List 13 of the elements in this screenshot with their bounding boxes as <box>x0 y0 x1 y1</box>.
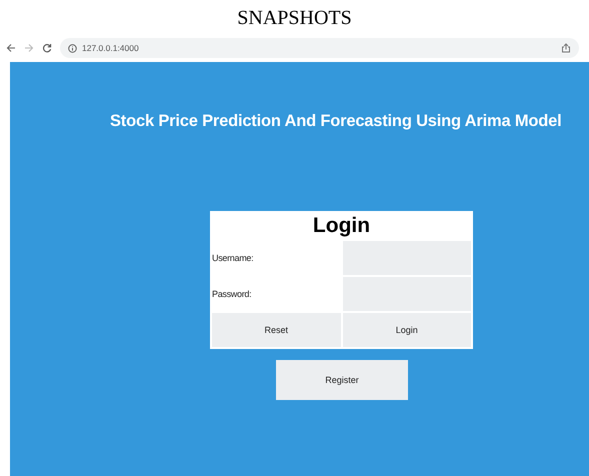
page-title: Stock Price Prediction And Forecasting Using Arima Model <box>110 112 562 131</box>
document-heading: SNAPSHOTS <box>237 7 352 29</box>
info-icon <box>68 44 77 52</box>
login-button[interactable]: Login <box>342 313 471 347</box>
back-icon[interactable] <box>6 43 16 53</box>
register-button[interactable]: Register <box>276 360 408 400</box>
reload-icon[interactable] <box>42 43 52 53</box>
share-icon[interactable] <box>561 43 571 53</box>
address-bar[interactable]: 127.0.0.1:4000 <box>60 38 579 58</box>
login-heading: Login <box>312 213 372 239</box>
field-label: Password: <box>212 289 252 299</box>
field-label: Username: <box>212 253 254 263</box>
reset-button[interactable]: Reset <box>212 313 340 347</box>
